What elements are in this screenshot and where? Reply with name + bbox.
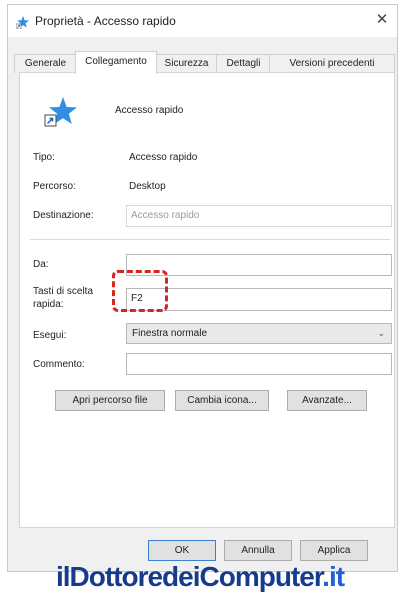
watermark-tld: .it — [322, 561, 345, 592]
tab-sicurezza[interactable]: Sicurezza — [155, 54, 218, 73]
apply-button[interactable]: Applica — [300, 540, 368, 561]
da-label: Da: — [33, 259, 49, 270]
collegamento-panel: Accesso rapido Tipo: Accesso rapido Perc… — [19, 72, 395, 528]
destinazione-field: Accesso rapido — [126, 205, 392, 227]
tasti-label-line1: Tasti di scelta — [33, 286, 94, 297]
watermark-name: ilDottoredeiComputer — [55, 561, 323, 592]
separator — [30, 239, 390, 240]
percorso-value: Desktop — [129, 181, 166, 192]
advanced-button[interactable]: Avanzate... — [287, 390, 367, 411]
da-field[interactable] — [126, 254, 392, 276]
shortcut-key-field[interactable]: F2 — [126, 288, 392, 311]
tab-dettagli[interactable]: Dettagli — [216, 54, 271, 73]
ok-button[interactable]: OK — [148, 540, 216, 561]
esegui-label: Esegui: — [33, 330, 67, 341]
tipo-label: Tipo: — [33, 152, 55, 163]
esegui-select[interactable]: Finestra normale ⌄ — [126, 323, 392, 344]
cancel-button[interactable]: Annulla — [224, 540, 292, 561]
commento-label: Commento: — [33, 359, 85, 370]
tab-generale[interactable]: Generale — [14, 54, 77, 73]
destinazione-label: Destinazione: — [33, 210, 94, 221]
window-title: Proprietà - Accesso rapido — [35, 14, 176, 28]
change-icon-button[interactable]: Cambia icona... — [175, 390, 269, 411]
title-bar: Proprietà - Accesso rapido ✕ — [8, 5, 397, 37]
tasti-label-line2: rapida: — [33, 299, 64, 310]
close-icon[interactable]: ✕ — [373, 11, 391, 29]
tab-strip: Generale Collegamento Sicurezza Dettagli… — [14, 51, 395, 74]
properties-dialog: Proprietà - Accesso rapido ✕ Generale Co… — [7, 4, 398, 572]
shortcut-name: Accesso rapido — [115, 105, 184, 116]
star-shortcut-icon — [44, 97, 77, 127]
percorso-label: Percorso: — [33, 181, 76, 192]
open-file-location-button[interactable]: Apri percorso file — [55, 390, 165, 411]
chevron-down-icon: ⌄ — [377, 328, 385, 338]
tab-collegamento[interactable]: Collegamento — [75, 51, 157, 74]
tab-versioni-precedenti[interactable]: Versioni precedenti — [269, 54, 395, 73]
tipo-value: Accesso rapido — [129, 152, 198, 163]
esegui-value: Finestra normale — [132, 328, 208, 339]
watermark-logo: ilDottoredeiComputer.it — [0, 562, 400, 592]
shortcut-key-value: F2 — [131, 293, 143, 304]
star-shortcut-icon — [16, 16, 29, 29]
commento-field[interactable] — [126, 353, 392, 375]
